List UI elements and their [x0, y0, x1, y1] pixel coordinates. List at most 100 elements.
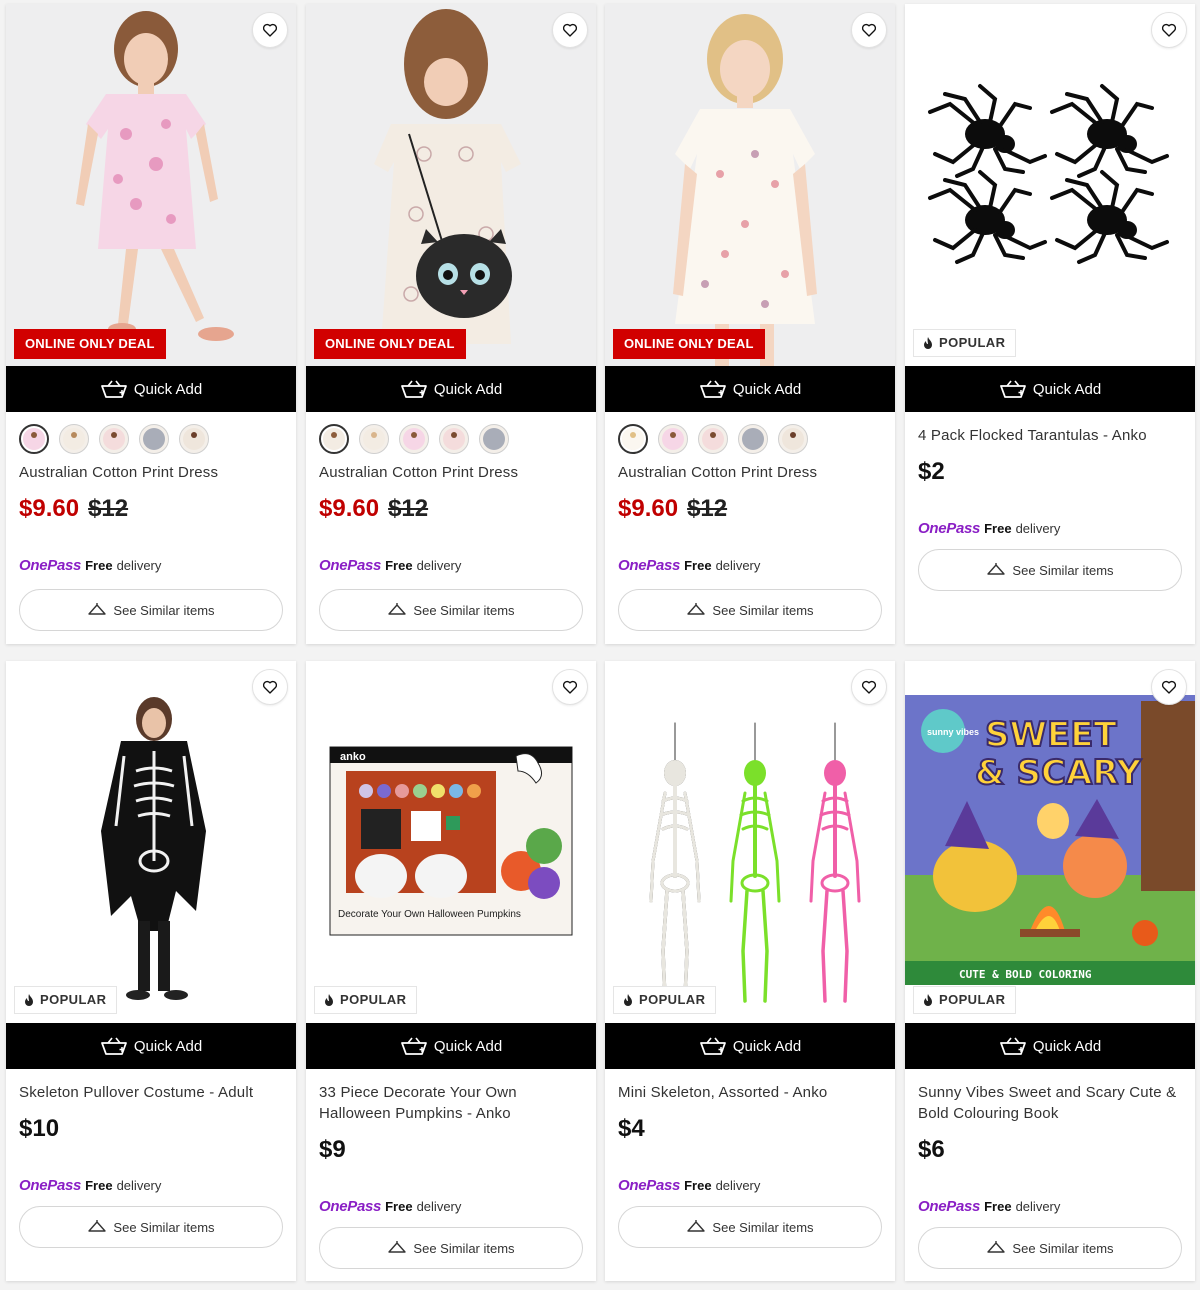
- quick-add-button[interactable]: Quick Add: [605, 1023, 895, 1069]
- product-image[interactable]: [6, 661, 296, 1023]
- product-title[interactable]: 33 Piece Decorate Your Own Halloween Pum…: [319, 1082, 583, 1124]
- product-card[interactable]: ONLINE ONLY DEAL Quick Add Australian Co…: [306, 4, 596, 644]
- product-card[interactable]: anko Decorate Your Own Halloween Pumpkin…: [306, 661, 596, 1281]
- price-row: $9.60 $12: [618, 495, 882, 523]
- deal-badge: ONLINE ONLY DEAL: [613, 329, 765, 359]
- basket-icon: [699, 380, 726, 398]
- quick-add-button[interactable]: Quick Add: [306, 366, 596, 412]
- onepass-logo: OnePass: [618, 1177, 681, 1194]
- svg-text:SWEET: SWEET: [985, 715, 1117, 755]
- colour-swatch[interactable]: [399, 424, 429, 454]
- quick-add-label: Quick Add: [1032, 1037, 1102, 1055]
- colour-swatch[interactable]: [99, 424, 129, 454]
- product-title[interactable]: Sunny Vibes Sweet and Scary Cute & Bold …: [918, 1082, 1182, 1124]
- quick-add-label: Quick Add: [732, 380, 802, 398]
- colour-swatch[interactable]: [19, 424, 49, 454]
- product-title[interactable]: Australian Cotton Print Dress: [618, 462, 882, 483]
- wishlist-heart-icon[interactable]: [1151, 669, 1187, 705]
- flame-icon: [624, 994, 632, 1006]
- product-image[interactable]: anko Decorate Your Own Halloween Pumpkin…: [306, 661, 596, 1023]
- see-similar-button[interactable]: See Similar items: [319, 1227, 583, 1269]
- product-image[interactable]: [605, 4, 895, 366]
- product-image[interactable]: sunny vibes SWEET & SCARY CUTE & BOLD CO…: [905, 661, 1195, 1023]
- colour-swatch[interactable]: [139, 424, 169, 454]
- hanger-icon: [987, 563, 1006, 575]
- product-title[interactable]: Australian Cotton Print Dress: [319, 462, 583, 483]
- product-card[interactable]: ONLINE ONLY DEAL Quick Add Australian Co…: [6, 4, 296, 644]
- was-price: $12: [388, 495, 429, 522]
- product-card[interactable]: POPULAR Quick Add 4 Pack Flocked Tarantu…: [905, 4, 1195, 644]
- wishlist-heart-icon[interactable]: [252, 12, 288, 48]
- see-similar-button[interactable]: See Similar items: [918, 549, 1182, 591]
- product-title[interactable]: Mini Skeleton, Assorted - Anko: [618, 1082, 882, 1103]
- product-image[interactable]: [306, 4, 596, 366]
- wishlist-heart-icon[interactable]: [252, 669, 288, 705]
- wishlist-heart-icon[interactable]: [851, 669, 887, 705]
- price-row: $9.60 $12: [319, 495, 583, 523]
- see-similar-button[interactable]: See Similar items: [618, 1206, 882, 1248]
- onepass-logo: OnePass: [918, 520, 981, 537]
- price-row: $2: [918, 458, 1182, 486]
- see-similar-button[interactable]: See Similar items: [19, 1206, 283, 1248]
- product-card[interactable]: POPULAR Quick Add Mini Skeleton, Assorte…: [605, 661, 895, 1281]
- quick-add-button[interactable]: Quick Add: [905, 366, 1195, 412]
- was-price: $12: [88, 495, 129, 522]
- price: $4: [618, 1115, 645, 1142]
- colour-swatch[interactable]: [319, 424, 349, 454]
- colour-swatch[interactable]: [179, 424, 209, 454]
- quick-add-label: Quick Add: [133, 380, 203, 398]
- wishlist-heart-icon[interactable]: [552, 669, 588, 705]
- colour-swatch[interactable]: [479, 424, 509, 454]
- product-card[interactable]: POPULAR Quick Add Skeleton Pullover Cost…: [6, 661, 296, 1281]
- see-similar-button[interactable]: See Similar items: [319, 589, 583, 631]
- quick-add-button[interactable]: Quick Add: [905, 1023, 1195, 1069]
- popular-badge: POPULAR: [913, 986, 1017, 1014]
- sale-price: $9.60: [19, 495, 80, 522]
- basket-icon: [699, 1037, 726, 1055]
- wishlist-heart-icon[interactable]: [1151, 12, 1187, 48]
- price-row: $4: [618, 1115, 882, 1143]
- hanger-icon: [687, 1220, 706, 1232]
- onepass-delivery: OnePass Free delivery: [618, 557, 761, 574]
- quick-add-button[interactable]: Quick Add: [6, 1023, 296, 1069]
- flame-icon: [924, 994, 932, 1006]
- price: $6: [918, 1136, 945, 1163]
- wishlist-heart-icon[interactable]: [552, 12, 588, 48]
- colour-swatch[interactable]: [738, 424, 768, 454]
- price-row: $9: [319, 1136, 583, 1164]
- see-similar-button[interactable]: See Similar items: [918, 1227, 1182, 1269]
- colour-swatch[interactable]: [698, 424, 728, 454]
- see-similar-button[interactable]: See Similar items: [618, 589, 882, 631]
- product-card[interactable]: ONLINE ONLY DEAL Quick Add Australian Co…: [605, 4, 895, 644]
- product-title[interactable]: Australian Cotton Print Dress: [19, 462, 283, 483]
- quick-add-button[interactable]: Quick Add: [306, 1023, 596, 1069]
- product-title[interactable]: 4 Pack Flocked Tarantulas - Anko: [918, 425, 1182, 446]
- sale-price: $9.60: [618, 495, 679, 522]
- onepass-delivery: OnePass Free delivery: [618, 1177, 761, 1194]
- colour-swatch[interactable]: [59, 424, 89, 454]
- hanger-icon: [987, 1241, 1006, 1253]
- product-image[interactable]: [6, 4, 296, 366]
- popular-badge: POPULAR: [14, 986, 118, 1014]
- product-title[interactable]: Skeleton Pullover Costume - Adult: [19, 1082, 283, 1103]
- svg-text:& SCARY: & SCARY: [975, 753, 1142, 793]
- product-image[interactable]: [905, 4, 1195, 366]
- product-image[interactable]: [605, 661, 895, 1023]
- quick-add-button[interactable]: Quick Add: [6, 366, 296, 412]
- see-similar-button[interactable]: See Similar items: [19, 589, 283, 631]
- product-grid: ONLINE ONLY DEAL Quick Add Australian Co…: [0, 0, 1200, 1290]
- wishlist-heart-icon[interactable]: [851, 12, 887, 48]
- colour-swatch[interactable]: [618, 424, 648, 454]
- hanger-icon: [88, 1220, 107, 1232]
- colour-swatch[interactable]: [359, 424, 389, 454]
- onepass-delivery: OnePass Free delivery: [918, 520, 1061, 537]
- quick-add-button[interactable]: Quick Add: [605, 366, 895, 412]
- basket-icon: [999, 380, 1026, 398]
- colour-swatch[interactable]: [778, 424, 808, 454]
- colour-swatch[interactable]: [658, 424, 688, 454]
- onepass-logo: OnePass: [319, 1198, 382, 1215]
- product-card[interactable]: sunny vibes SWEET & SCARY CUTE & BOLD CO…: [905, 661, 1195, 1281]
- colour-swatch[interactable]: [439, 424, 469, 454]
- onepass-delivery: OnePass Free delivery: [918, 1198, 1061, 1215]
- price: $10: [19, 1115, 60, 1142]
